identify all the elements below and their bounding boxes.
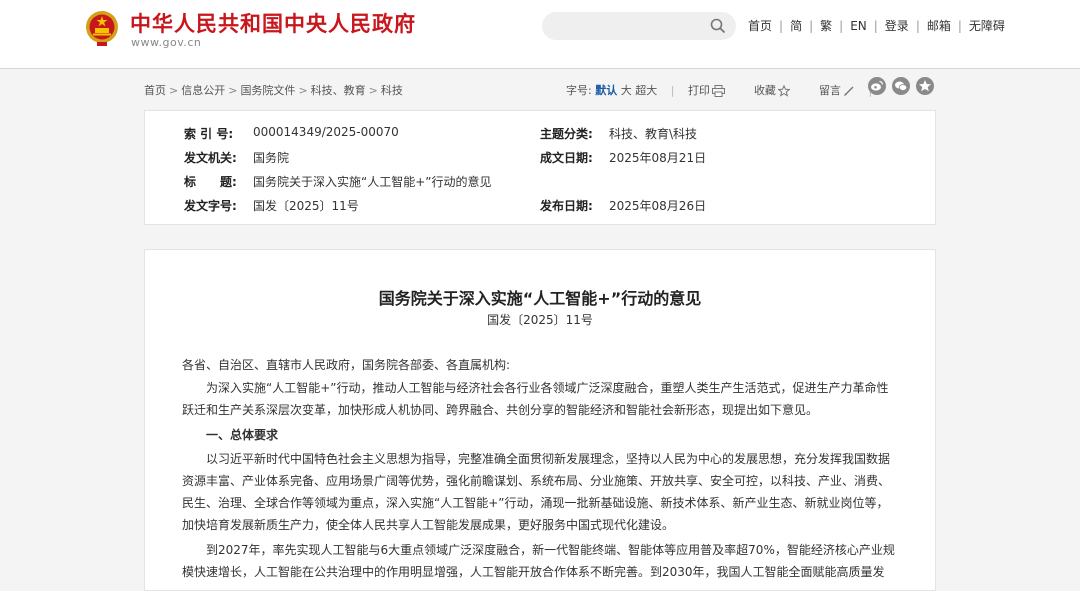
article-paragraph-3: 到2027年，率先实现人工智能与6大重点领域广泛深度融合，新一代智能终端、智能体…	[182, 543, 895, 579]
favorite-button[interactable]: 收藏	[754, 84, 790, 97]
national-emblem-icon[interactable]	[84, 9, 120, 47]
printer-icon	[711, 85, 725, 97]
article-section-heading: 一、总体要求	[206, 428, 279, 442]
top-link-home[interactable]: 首页	[748, 19, 772, 33]
top-link-accessibility[interactable]: 无障碍	[969, 19, 1005, 33]
meta-docno-value: 国发〔2025〕11号	[253, 199, 359, 213]
article-title: 国务院关于深入实施“人工智能+”行动的意见	[378, 289, 702, 308]
meta-issuer-value: 国务院	[253, 151, 290, 165]
top-link-simplified[interactable]: 简	[790, 19, 802, 33]
font-size-xlarge[interactable]: 超大	[635, 84, 657, 97]
article-paragraph-1: 为深入实施“人工智能+”行动，推动人工智能与经济社会各行业各领域广泛深度融合，重…	[182, 381, 889, 417]
top-nav: 首页 | 简 | 繁 | EN | 登录 | 邮箱 | 无障碍	[748, 19, 1005, 33]
breadcrumb-sci-edu[interactable]: 科技、教育	[311, 84, 366, 97]
meta-date-published-label: 发布日期:	[540, 199, 593, 213]
meta-date-written-label: 成文日期:	[540, 151, 593, 165]
breadcrumb: 首页 > 信息公开 > 国务院文件 > 科技、教育 > 科技	[144, 84, 403, 97]
site-title[interactable]: 中华人民共和国中央人民政府	[130, 8, 416, 38]
top-link-traditional[interactable]: 繁	[820, 19, 832, 33]
share-bar	[862, 77, 934, 95]
meta-title-label: 标 题:	[184, 175, 237, 189]
article-paragraph-2: 以习近平新时代中国特色社会主义思想为指导，完整准确全面贯彻新发展理念，坚持以人民…	[182, 452, 891, 532]
meta-date-written-value: 2025年08月21日	[609, 151, 707, 165]
article-salutation: 各省、自治区、直辖市人民政府，国务院各部委、各直属机构:	[182, 358, 511, 372]
breadcrumb-info-public[interactable]: 信息公开	[181, 84, 225, 97]
meta-category-value: 科技、教育\科技	[609, 127, 698, 141]
star-icon[interactable]	[916, 77, 934, 95]
print-button[interactable]: 打印	[688, 84, 725, 97]
top-link-login[interactable]: 登录	[885, 19, 909, 33]
top-link-english[interactable]: EN	[850, 19, 867, 33]
document-meta-box: 索 引 号: 000014349/2025-00070 主题分类: 科技、教育\…	[144, 110, 936, 225]
wechat-icon[interactable]	[892, 77, 910, 95]
crumb-toolbar: 首页 > 信息公开 > 国务院文件 > 科技、教育 > 科技 字号: 默认 大 超大 | 打印 …	[144, 77, 936, 98]
breadcrumb-science[interactable]: 科技	[381, 84, 403, 97]
site-url: www.gov.cn	[131, 36, 202, 49]
meta-title-value: 国务院关于深入实施“人工智能+”行动的意见	[253, 175, 492, 189]
article-tools: 字号: 默认 大 超大 | 打印 收藏 留言 |	[566, 82, 882, 98]
font-size-default[interactable]: 默认	[595, 84, 617, 97]
breadcrumb-home[interactable]: 首页	[144, 84, 166, 97]
star-outline-icon	[777, 85, 790, 97]
pencil-icon	[843, 86, 854, 96]
meta-date-published-value: 2025年08月26日	[609, 199, 707, 213]
weibo-icon[interactable]	[868, 77, 886, 95]
breadcrumb-state-council-docs[interactable]: 国务院文件	[240, 84, 295, 97]
top-link-mail[interactable]: 邮箱	[927, 19, 951, 33]
meta-issuer-label: 发文机关:	[184, 151, 237, 165]
meta-index-label: 索 引 号:	[184, 127, 234, 141]
search-icon[interactable]	[710, 18, 726, 34]
meta-index-value: 000014349/2025-00070	[253, 125, 399, 139]
font-size-large[interactable]: 大	[621, 84, 632, 97]
font-size-label: 字号:	[566, 84, 592, 97]
comment-button[interactable]: 留言	[819, 84, 855, 97]
meta-category-label: 主题分类:	[540, 127, 593, 141]
article-doc-number: 国发〔2025〕11号	[487, 313, 593, 327]
search-input[interactable]	[542, 12, 736, 40]
meta-docno-label: 发文字号:	[184, 199, 237, 213]
site-header: 中华人民共和国中央人民政府 www.gov.cn 首页 | 简 | 繁 | EN | 登录 | 邮箱…	[0, 0, 1080, 69]
article-body: 国务院关于深入实施“人工智能+”行动的意见 国发〔2025〕11号 各省、自治区…	[144, 249, 936, 591]
